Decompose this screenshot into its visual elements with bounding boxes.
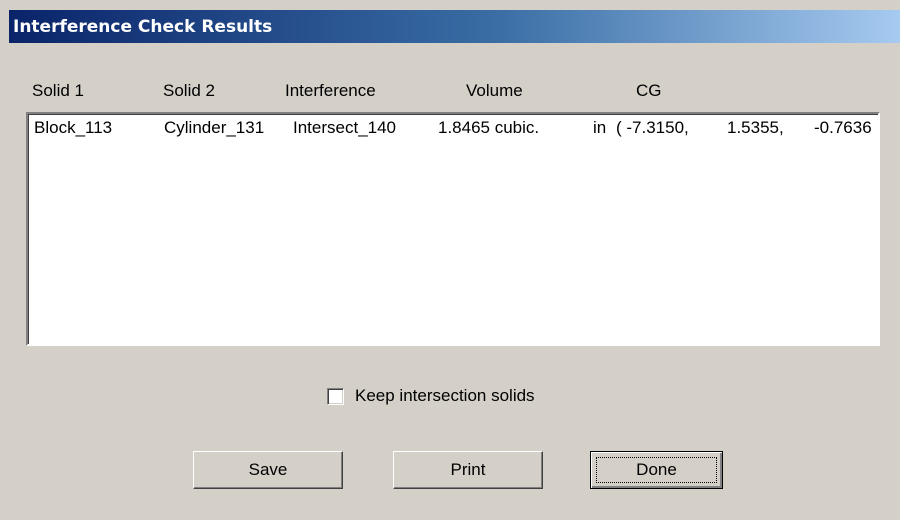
title-bar[interactable]: Interference Check Results bbox=[9, 10, 900, 43]
keep-intersection-checkbox[interactable] bbox=[327, 388, 344, 405]
result-row[interactable]: Block_113 Cylinder_131 Intersect_140 1.8… bbox=[28, 118, 878, 142]
window-title: Interference Check Results bbox=[13, 17, 273, 37]
cell-cg-y: 1.5355, bbox=[727, 118, 784, 137]
cell-interference: Intersect_140 bbox=[293, 118, 397, 137]
column-header-volume: Volume bbox=[466, 81, 523, 100]
cell-solid-2: Cylinder_131 bbox=[164, 118, 265, 137]
cell-cg-z: -0.7636 bbox=[814, 118, 872, 137]
cell-cg-x: ( -7.3150, bbox=[616, 118, 689, 137]
results-listbox[interactable]: Block_113 Cylinder_131 Intersect_140 1.8… bbox=[26, 112, 880, 346]
save-button-label: Save bbox=[248, 460, 288, 479]
print-button[interactable]: Print bbox=[393, 451, 543, 489]
column-header-cg: CG bbox=[636, 81, 662, 100]
keep-intersection-label[interactable]: Keep intersection solids bbox=[355, 386, 535, 406]
cell-volume-unit: in bbox=[593, 118, 607, 137]
column-header-solid-1: Solid 1 bbox=[32, 81, 84, 100]
print-button-label: Print bbox=[450, 460, 486, 479]
done-button[interactable]: Done bbox=[590, 451, 723, 489]
column-header-solid-2: Solid 2 bbox=[163, 81, 215, 100]
save-button[interactable]: Save bbox=[193, 451, 343, 489]
column-header-interference: Interference bbox=[285, 81, 376, 100]
done-button-label: Done bbox=[636, 460, 677, 479]
interference-check-dialog: Interference Check Results Solid 1 Solid… bbox=[0, 0, 900, 520]
cell-volume: 1.8465 cubic. bbox=[438, 118, 540, 137]
cell-solid-1: Block_113 bbox=[34, 118, 113, 137]
